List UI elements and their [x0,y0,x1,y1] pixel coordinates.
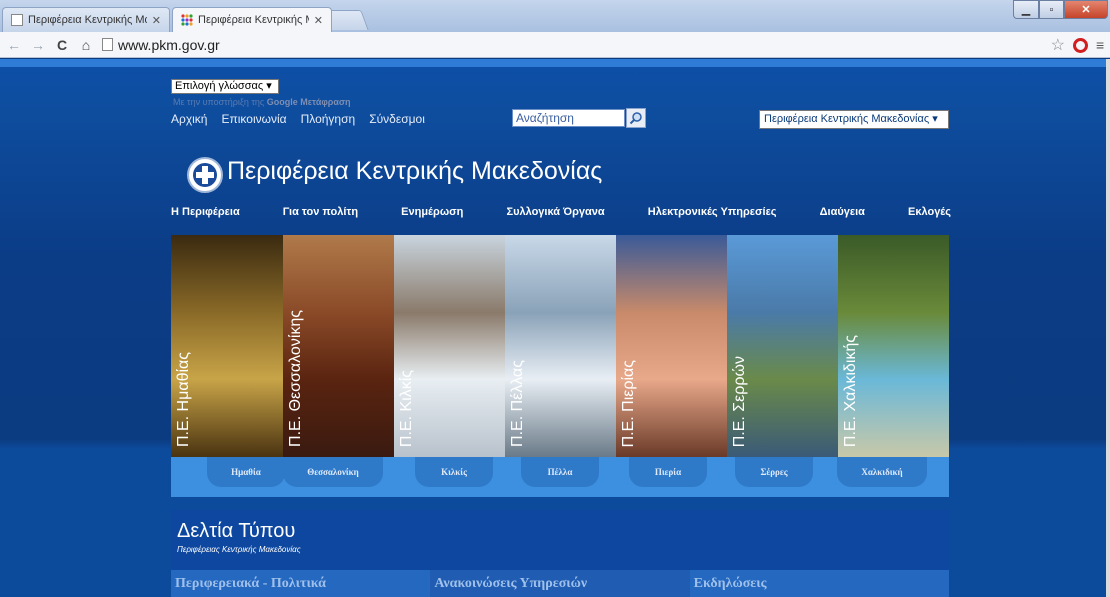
search-icon [629,112,642,125]
region-tab-chalkidiki[interactable]: Χαλκιδική [837,457,927,487]
category-service-announcements[interactable]: Ανακοινώσεις Υπηρεσιών [430,570,690,597]
opera-icon[interactable] [1073,37,1088,53]
browser-tab-bar: Περιφέρεια Κεντρικής Μα ✕ Περιφέρεια Κεν… [0,0,1110,32]
browser-tab-1[interactable]: Περιφέρεια Κεντρικής Μα ✕ [2,7,170,32]
page-icon [102,38,113,51]
search-button[interactable] [626,108,646,128]
strip-label: Π.Ε. Ημαθίας [175,352,192,447]
translate-word: Μετάφραση [300,97,351,107]
site-favicon-icon [181,14,193,26]
address-bar[interactable]: www.pkm.gov.gr [102,37,220,53]
strip-label: Π.Ε. Σερρών [731,355,748,447]
nav-links-link[interactable]: Σύνδεσμοι [369,112,425,126]
top-nav: Αρχική Επικοινωνία Πλοήγηση Σύνδεσμοι [171,112,425,126]
toolbar-right: ☆ ≡ [1051,35,1110,55]
minimize-button[interactable]: ▁ [1013,0,1039,19]
strip-label: Π.Ε. Πιερίας [620,359,637,447]
dropdown-arrow-icon: ▾ [266,80,272,92]
browser-toolbar: ← → C ⌂ www.pkm.gov.gr ☆ ≡ [0,32,1110,58]
region-select[interactable]: Περιφέρεια Κεντρικής Μακεδονίας ▾ [759,110,949,129]
press-subtitle: Περιφέρειας Κεντρικής Μακεδονίας [177,545,301,554]
page-content: Επιλογή γλώσσας ▾ Με την υποστήριξη της … [0,59,1110,597]
back-arrow-icon[interactable]: ← [4,35,24,55]
region-tab-thessaloniki[interactable]: Θεσσαλονίκη [283,457,383,487]
region-emblem-logo[interactable] [187,157,223,193]
category-events[interactable]: Εκδηλώσεις [689,570,949,597]
banner-strip-imathia[interactable]: Π.Ε. Ημαθίας [171,235,283,457]
scrollbar[interactable] [1106,59,1110,597]
banner-strip-serres[interactable]: Π.Ε. Σερρών [727,235,839,457]
top-strip [0,59,1110,67]
region-tabs-bar: Ημαθία Θεσσαλονίκη Κιλκίς Πέλλα Πιερία Σ… [171,457,949,497]
tab-title: Περιφέρεια Κεντρικής Μα [198,14,309,26]
strip-label: Π.Ε. Θεσσαλονίκης [287,310,304,447]
nav-eservices[interactable]: Ηλεκτρονικές Υπηρεσίες [648,206,777,218]
site-title[interactable]: Περιφέρεια Κεντρικής Μακεδονίας [227,157,602,186]
close-window-button[interactable]: ✕ [1064,0,1108,19]
press-title[interactable]: Δελτία Τύπου [177,520,295,543]
bookmark-star-icon[interactable]: ☆ [1051,35,1065,55]
category-regional-political[interactable]: Περιφερειακά - Πολιτικά [171,570,431,597]
strip-label: Π.Ε. Πέλλας [509,360,526,447]
nav-citizen[interactable]: Για τον πολίτη [283,206,358,218]
home-icon[interactable]: ⌂ [76,35,96,55]
close-tab-icon[interactable]: ✕ [314,14,323,27]
tab-title: Περιφέρεια Κεντρικής Μα [28,14,147,26]
translate-powered-text: Με την υποστήριξη της [173,97,265,107]
press-categories: Περιφερειακά - Πολιτικά Ανακοινώσεις Υπη… [171,570,949,597]
main-nav: Η Περιφέρεια Για τον πολίτη Ενημέρωση Συ… [171,206,951,218]
nav-sitemap-link[interactable]: Πλοήγηση [301,112,356,126]
language-select-label: Επιλογή γλώσσας [175,80,264,92]
menu-icon[interactable]: ≡ [1096,37,1110,53]
browser-tab-2[interactable]: Περιφέρεια Κεντρικής Μα ✕ [172,7,332,32]
region-tab-pieria[interactable]: Πιερία [629,457,707,487]
region-tab-serres[interactable]: Σέρρες [735,457,813,487]
nav-home-link[interactable]: Αρχική [171,112,207,126]
strip-label: Π.Ε. Κιλκίς [398,369,415,447]
region-tab-pella[interactable]: Πέλλα [521,457,599,487]
region-tab-kilkis[interactable]: Κιλκίς [415,457,493,487]
reload-icon[interactable]: C [52,35,72,55]
maximize-button[interactable]: ▫ [1039,0,1064,19]
google-logo: Google [266,97,298,107]
page-icon [11,14,23,26]
url-text: www.pkm.gov.gr [118,36,220,53]
window-controls: ▁ ▫ ✕ [1013,0,1108,19]
dropdown-arrow-icon: ▾ [932,113,938,125]
nav-region[interactable]: Η Περιφέρεια [171,206,240,218]
banner-strip-chalkidiki[interactable]: Π.Ε. Χαλκιδικής [838,235,949,457]
language-select[interactable]: Επιλογή γλώσσας ▾ [171,79,279,94]
forward-arrow-icon[interactable]: → [28,35,48,55]
region-select-label: Περιφέρεια Κεντρικής Μακεδονίας [764,113,930,125]
banner-strip-pieria[interactable]: Π.Ε. Πιερίας [616,235,728,457]
close-tab-icon[interactable]: ✕ [152,14,161,27]
strip-label: Π.Ε. Χαλκιδικής [842,334,859,447]
nav-diavgeia[interactable]: Διαύγεια [820,206,865,218]
nav-bodies[interactable]: Συλλογικά Όργανα [506,206,604,218]
google-translate-credit: Με την υποστήριξη της Google Μετάφραση [173,97,351,107]
banner-strip-kilkis[interactable]: Π.Ε. Κιλκίς [394,235,506,457]
nav-news[interactable]: Ενημέρωση [401,206,463,218]
region-tab-imathia[interactable]: Ημαθία [207,457,285,487]
banner-strip-thessaloniki[interactable]: Π.Ε. Θεσσαλονίκης [283,235,395,457]
nav-elections[interactable]: Εκλογές [908,206,951,218]
search-input[interactable]: Αναζήτηση [512,109,625,127]
press-releases-section: Δελτία Τύπου Περιφέρειας Κεντρικής Μακεδ… [171,510,949,570]
banner-strip-pella[interactable]: Π.Ε. Πέλλας [505,235,617,457]
nav-contact-link[interactable]: Επικοινωνία [221,112,286,126]
